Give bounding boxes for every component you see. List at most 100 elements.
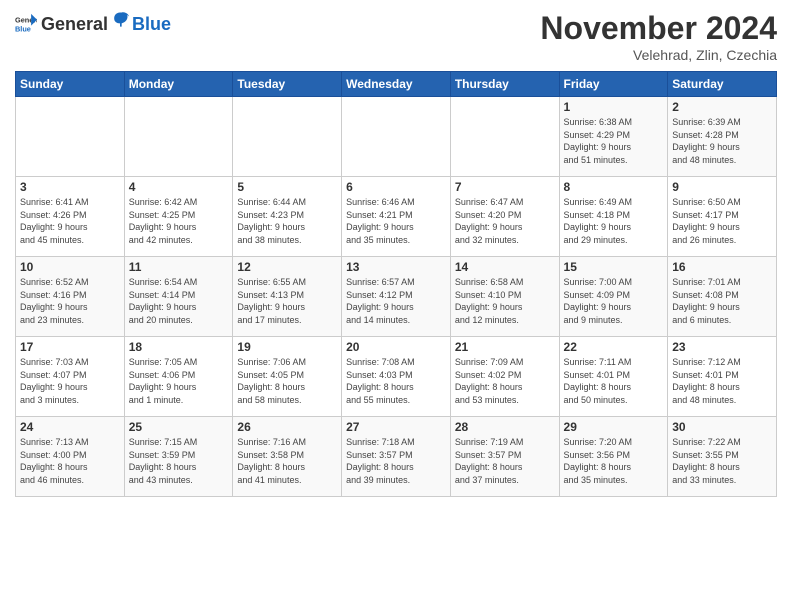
day-number: 2 [672, 100, 772, 114]
day-of-week-header: Wednesday [342, 72, 451, 97]
day-info: Sunrise: 7:16 AM Sunset: 3:58 PM Dayligh… [237, 436, 337, 486]
day-number: 23 [672, 340, 772, 354]
calendar-cell: 18 Sunrise: 7:05 AM Sunset: 4:06 PM Dayli… [124, 337, 233, 417]
day-info: Sunrise: 6:57 AM Sunset: 4:12 PM Dayligh… [346, 276, 446, 326]
calendar-week-row: 1 Sunrise: 6:38 AM Sunset: 4:29 PM Daylig… [16, 97, 777, 177]
day-info: Sunrise: 6:42 AM Sunset: 4:25 PM Dayligh… [129, 196, 229, 246]
day-number: 20 [346, 340, 446, 354]
day-number: 4 [129, 180, 229, 194]
calendar-cell: 27 Sunrise: 7:18 AM Sunset: 3:57 PM Dayli… [342, 417, 451, 497]
day-number: 24 [20, 420, 120, 434]
day-info: Sunrise: 6:39 AM Sunset: 4:28 PM Dayligh… [672, 116, 772, 166]
day-info: Sunrise: 6:46 AM Sunset: 4:21 PM Dayligh… [346, 196, 446, 246]
calendar-cell [124, 97, 233, 177]
day-number: 17 [20, 340, 120, 354]
calendar-cell: 5 Sunrise: 6:44 AM Sunset: 4:23 PM Daylig… [233, 177, 342, 257]
day-number: 18 [129, 340, 229, 354]
svg-text:Blue: Blue [15, 24, 31, 32]
day-of-week-header: Thursday [450, 72, 559, 97]
day-number: 5 [237, 180, 337, 194]
day-info: Sunrise: 7:19 AM Sunset: 3:57 PM Dayligh… [455, 436, 555, 486]
header: General Blue General Blue November 2024 … [15, 10, 777, 63]
day-of-week-header: Friday [559, 72, 668, 97]
day-info: Sunrise: 7:00 AM Sunset: 4:09 PM Dayligh… [564, 276, 664, 326]
day-number: 21 [455, 340, 555, 354]
logo-icon: General Blue [15, 11, 37, 33]
day-info: Sunrise: 6:44 AM Sunset: 4:23 PM Dayligh… [237, 196, 337, 246]
day-number: 26 [237, 420, 337, 434]
calendar-cell [16, 97, 125, 177]
calendar-cell: 2 Sunrise: 6:39 AM Sunset: 4:28 PM Daylig… [668, 97, 777, 177]
logo: General Blue General Blue [15, 10, 171, 33]
calendar-cell: 25Sunrise: 7:15 AM Sunset: 3:59 PM Dayli… [124, 417, 233, 497]
day-number: 19 [237, 340, 337, 354]
day-number: 25 [129, 420, 229, 434]
day-info: Sunrise: 7:03 AM Sunset: 4:07 PM Dayligh… [20, 356, 120, 406]
calendar-cell: 1 Sunrise: 6:38 AM Sunset: 4:29 PM Daylig… [559, 97, 668, 177]
calendar-cell: 10 Sunrise: 6:52 AM Sunset: 4:16 PM Dayli… [16, 257, 125, 337]
month-title: November 2024 [540, 10, 777, 47]
logo-general-text: General [41, 15, 108, 33]
calendar-cell: 12Sunrise: 6:55 AM Sunset: 4:13 PM Dayli… [233, 257, 342, 337]
day-info: Sunrise: 6:54 AM Sunset: 4:14 PM Dayligh… [129, 276, 229, 326]
day-info: Sunrise: 6:49 AM Sunset: 4:18 PM Dayligh… [564, 196, 664, 246]
day-info: Sunrise: 7:09 AM Sunset: 4:02 PM Dayligh… [455, 356, 555, 406]
calendar-cell: 22Sunrise: 7:11 AM Sunset: 4:01 PM Dayli… [559, 337, 668, 417]
logo-blue-text: Blue [132, 15, 171, 33]
calendar-cell: 19 Sunrise: 7:06 AM Sunset: 4:05 PM Dayli… [233, 337, 342, 417]
day-number: 1 [564, 100, 664, 114]
calendar-cell: 16Sunrise: 7:01 AM Sunset: 4:08 PM Dayli… [668, 257, 777, 337]
day-of-week-header: Monday [124, 72, 233, 97]
header-row: SundayMondayTuesdayWednesdayThursdayFrid… [16, 72, 777, 97]
day-info: Sunrise: 7:20 AM Sunset: 3:56 PM Dayligh… [564, 436, 664, 486]
day-info: Sunrise: 6:47 AM Sunset: 4:20 PM Dayligh… [455, 196, 555, 246]
calendar-cell: 15 Sunrise: 7:00 AM Sunset: 4:09 PM Dayli… [559, 257, 668, 337]
calendar-cell: 17 Sunrise: 7:03 AM Sunset: 4:07 PM Dayli… [16, 337, 125, 417]
calendar-cell: 30Sunrise: 7:22 AM Sunset: 3:55 PM Dayli… [668, 417, 777, 497]
location: Velehrad, Zlin, Czechia [540, 47, 777, 63]
calendar-week-row: 24 Sunrise: 7:13 AM Sunset: 4:00 PM Dayli… [16, 417, 777, 497]
day-number: 15 [564, 260, 664, 274]
day-info: Sunrise: 7:06 AM Sunset: 4:05 PM Dayligh… [237, 356, 337, 406]
calendar-cell: 14Sunrise: 6:58 AM Sunset: 4:10 PM Dayli… [450, 257, 559, 337]
day-info: Sunrise: 7:01 AM Sunset: 4:08 PM Dayligh… [672, 276, 772, 326]
day-number: 12 [237, 260, 337, 274]
day-info: Sunrise: 6:58 AM Sunset: 4:10 PM Dayligh… [455, 276, 555, 326]
day-info: Sunrise: 7:08 AM Sunset: 4:03 PM Dayligh… [346, 356, 446, 406]
calendar-cell [342, 97, 451, 177]
day-number: 11 [129, 260, 229, 274]
calendar-table: SundayMondayTuesdayWednesdayThursdayFrid… [15, 71, 777, 497]
day-number: 10 [20, 260, 120, 274]
calendar-cell: 28 Sunrise: 7:19 AM Sunset: 3:57 PM Dayli… [450, 417, 559, 497]
day-number: 27 [346, 420, 446, 434]
calendar-cell [233, 97, 342, 177]
calendar-cell: 8Sunrise: 6:49 AM Sunset: 4:18 PM Daylig… [559, 177, 668, 257]
calendar-week-row: 3 Sunrise: 6:41 AM Sunset: 4:26 PM Daylig… [16, 177, 777, 257]
day-info: Sunrise: 7:18 AM Sunset: 3:57 PM Dayligh… [346, 436, 446, 486]
day-number: 29 [564, 420, 664, 434]
calendar-cell: 6Sunrise: 6:46 AM Sunset: 4:21 PM Daylig… [342, 177, 451, 257]
page-container: General Blue General Blue November 2024 … [0, 0, 792, 507]
calendar-cell: 24 Sunrise: 7:13 AM Sunset: 4:00 PM Dayli… [16, 417, 125, 497]
day-number: 28 [455, 420, 555, 434]
day-info: Sunrise: 7:05 AM Sunset: 4:06 PM Dayligh… [129, 356, 229, 406]
day-info: Sunrise: 6:52 AM Sunset: 4:16 PM Dayligh… [20, 276, 120, 326]
day-of-week-header: Saturday [668, 72, 777, 97]
day-of-week-header: Sunday [16, 72, 125, 97]
day-of-week-header: Tuesday [233, 72, 342, 97]
day-info: Sunrise: 7:13 AM Sunset: 4:00 PM Dayligh… [20, 436, 120, 486]
day-info: Sunrise: 6:38 AM Sunset: 4:29 PM Dayligh… [564, 116, 664, 166]
day-info: Sunrise: 6:41 AM Sunset: 4:26 PM Dayligh… [20, 196, 120, 246]
calendar-cell: 21 Sunrise: 7:09 AM Sunset: 4:02 PM Dayli… [450, 337, 559, 417]
calendar-week-row: 10 Sunrise: 6:52 AM Sunset: 4:16 PM Dayli… [16, 257, 777, 337]
day-info: Sunrise: 7:22 AM Sunset: 3:55 PM Dayligh… [672, 436, 772, 486]
calendar-cell: 13Sunrise: 6:57 AM Sunset: 4:12 PM Dayli… [342, 257, 451, 337]
calendar-cell: 11 Sunrise: 6:54 AM Sunset: 4:14 PM Dayli… [124, 257, 233, 337]
calendar-cell: 7Sunrise: 6:47 AM Sunset: 4:20 PM Daylig… [450, 177, 559, 257]
day-number: 3 [20, 180, 120, 194]
day-number: 9 [672, 180, 772, 194]
day-info: Sunrise: 7:11 AM Sunset: 4:01 PM Dayligh… [564, 356, 664, 406]
calendar-cell [450, 97, 559, 177]
calendar-week-row: 17 Sunrise: 7:03 AM Sunset: 4:07 PM Dayli… [16, 337, 777, 417]
calendar-cell: 9Sunrise: 6:50 AM Sunset: 4:17 PM Daylig… [668, 177, 777, 257]
